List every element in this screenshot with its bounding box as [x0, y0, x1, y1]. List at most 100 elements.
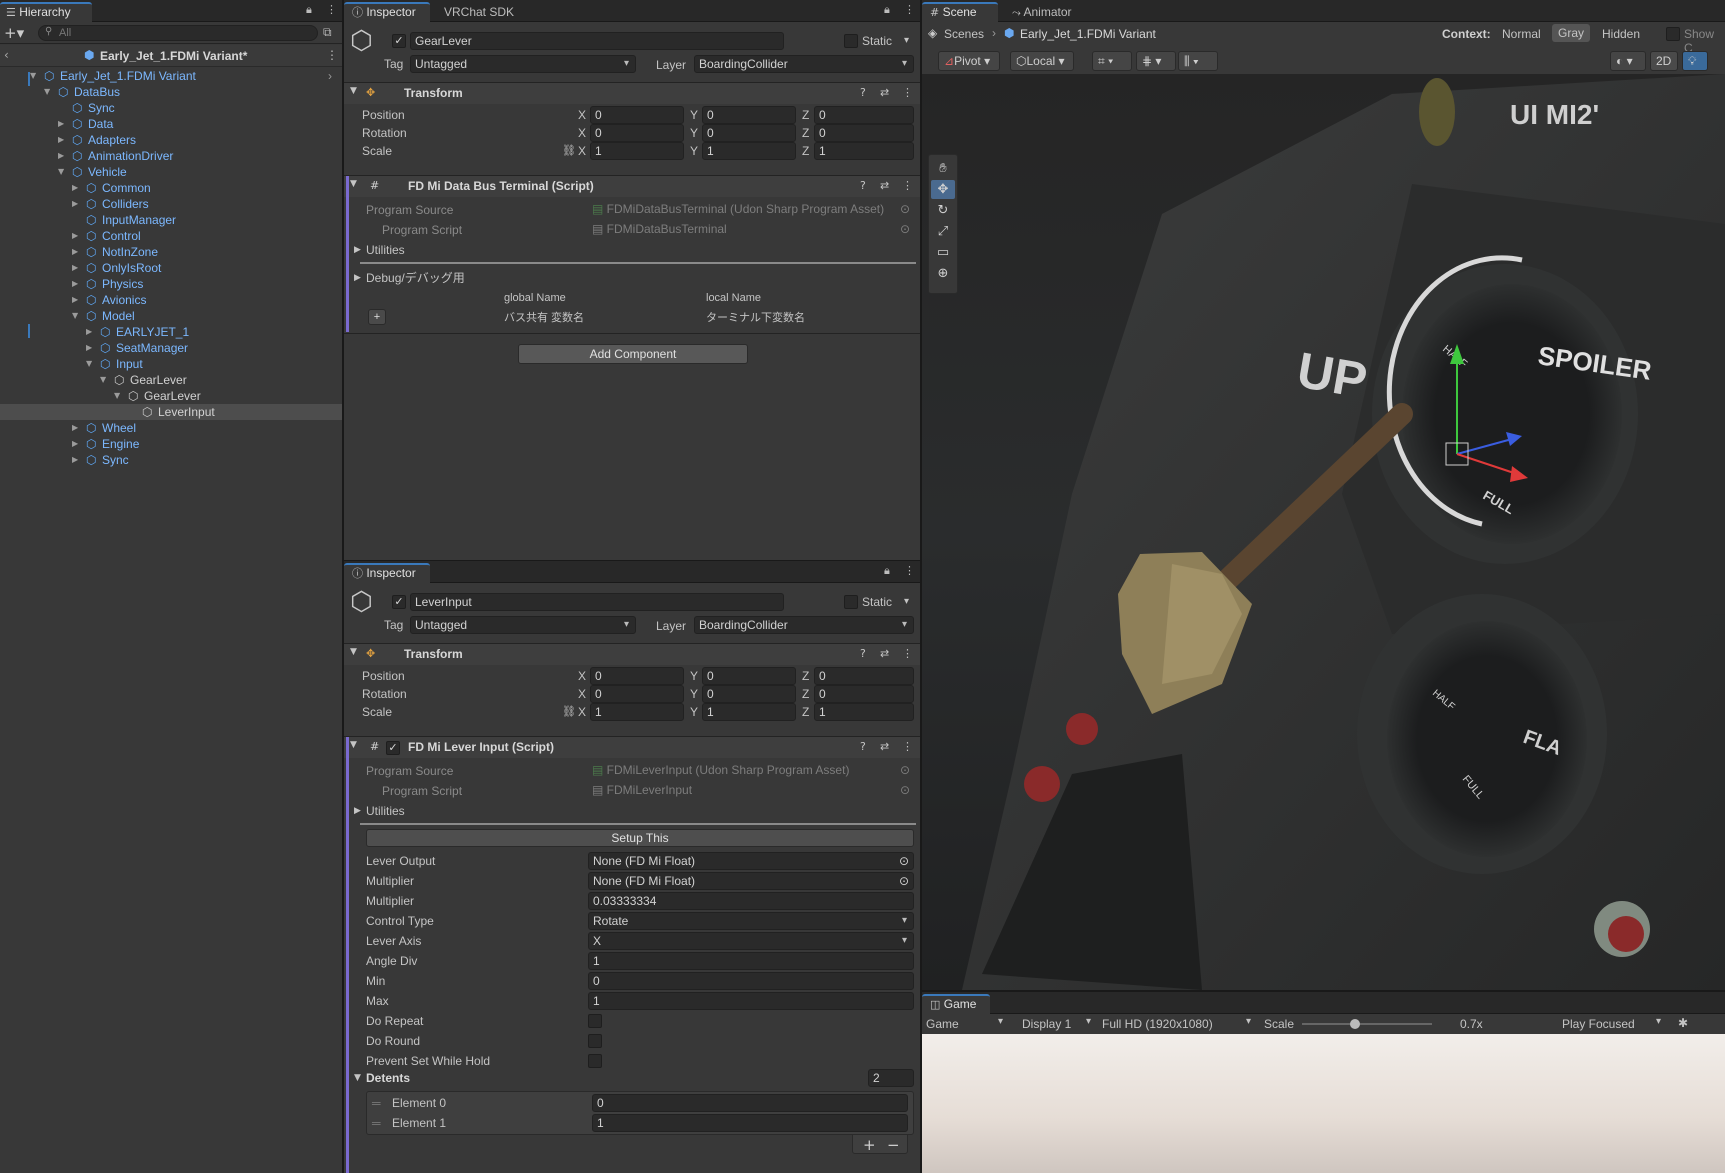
- detents-size-field[interactable]: 2: [868, 1069, 914, 1087]
- hierarchy-row[interactable]: ▶ ⬡ AnimationDriver: [0, 148, 342, 164]
- hierarchy-row[interactable]: ▶ ⬡ Data: [0, 116, 342, 132]
- tab-scene[interactable]: # Scene: [922, 2, 998, 22]
- tab-inspector[interactable]: ⓘ Inspector: [344, 2, 430, 22]
- help-icon[interactable]: ?: [860, 740, 866, 753]
- property-field[interactable]: 0: [588, 972, 914, 990]
- grid-visibility-button[interactable]: ⋕ ▾: [1136, 51, 1176, 71]
- static-checkbox[interactable]: [844, 595, 858, 609]
- kebab-menu-icon[interactable]: ⋮: [326, 48, 338, 62]
- object-name-field[interactable]: GearLever: [410, 32, 784, 50]
- preset-icon[interactable]: ⇄: [880, 647, 889, 660]
- preset-icon[interactable]: ⇄: [880, 86, 889, 99]
- layer-dropdown[interactable]: BoardingCollider: [694, 55, 914, 73]
- hierarchy-row[interactable]: ▼ ⬡ Input: [0, 356, 342, 372]
- lock-icon[interactable]: 🔒︎: [884, 3, 890, 17]
- lock-icon[interactable]: 🔒︎: [884, 564, 890, 578]
- transform-header[interactable]: ▼ ✥ Transform ? ⇄ ⋮: [344, 82, 920, 104]
- property-checkbox[interactable]: [588, 1054, 602, 1068]
- property-dropdown[interactable]: X: [588, 932, 914, 950]
- tab-inspector[interactable]: ⓘ Inspector: [344, 563, 430, 583]
- hierarchy-row[interactable]: ▶ ⬡ Wheel: [0, 420, 342, 436]
- object-name-field[interactable]: LeverInput: [410, 593, 784, 611]
- breadcrumb-prefab[interactable]: Early_Jet_1.FDMi Variant: [1020, 27, 1156, 41]
- scale-x-field[interactable]: 1: [590, 142, 684, 160]
- resolution-dropdown[interactable]: Full HD (1920x1080): [1102, 1017, 1213, 1031]
- drag-handle-icon[interactable]: ═: [372, 1114, 381, 1132]
- expanded-arrow-icon[interactable]: ▼: [100, 372, 106, 388]
- collapse-arrow-icon[interactable]: ▼: [350, 86, 357, 96]
- preset-icon[interactable]: ⇄: [880, 179, 889, 192]
- scale-slider-thumb[interactable]: [1350, 1019, 1360, 1029]
- kebab-menu-icon[interactable]: ⋮: [902, 647, 913, 660]
- transform-header[interactable]: ▼ ✥ Transform ? ⇄ ⋮: [344, 643, 920, 665]
- hierarchy-row[interactable]: ▶ ⬡ SeatManager: [0, 340, 342, 356]
- hierarchy-row[interactable]: ▼ ⬡ GearLever: [0, 388, 342, 404]
- collapsed-arrow-icon[interactable]: ▶: [58, 132, 64, 148]
- component-enabled-checkbox[interactable]: ✓: [386, 741, 400, 755]
- hierarchy-row[interactable]: ▼ ⬡ Model: [0, 308, 342, 324]
- add-component-button[interactable]: Add Component: [518, 344, 748, 364]
- collapsed-arrow-icon[interactable]: ▶: [72, 452, 78, 468]
- rotation-z-field[interactable]: 0: [814, 124, 914, 142]
- rotation-y-field[interactable]: 0: [702, 685, 796, 703]
- pivot-dropdown[interactable]: ⊿Pivot ▾: [938, 51, 1000, 71]
- context-gray-button[interactable]: Gray: [1552, 24, 1591, 42]
- scale-y-field[interactable]: 1: [702, 703, 796, 721]
- property-field[interactable]: 1: [588, 952, 914, 970]
- collapsed-arrow-icon[interactable]: ▶: [72, 420, 78, 436]
- expanded-arrow-icon[interactable]: ▼: [30, 68, 36, 84]
- toggle-2d-button[interactable]: 2D: [1650, 51, 1678, 71]
- breadcrumb-scenes[interactable]: Scenes: [944, 27, 984, 41]
- position-y-field[interactable]: 0: [702, 667, 796, 685]
- help-icon[interactable]: ?: [860, 179, 866, 192]
- hierarchy-row[interactable]: ▼ ⬡ Vehicle: [0, 164, 342, 180]
- kebab-menu-icon[interactable]: ⋮: [902, 740, 913, 753]
- active-checkbox[interactable]: ✓: [392, 34, 406, 48]
- hierarchy-row[interactable]: ⬡ Sync: [0, 100, 342, 116]
- position-x-field[interactable]: 0: [590, 106, 684, 124]
- kebab-menu-icon[interactable]: ⋮: [904, 564, 915, 577]
- collapsed-arrow-icon[interactable]: ▶: [72, 260, 78, 276]
- target-icon[interactable]: ⊙: [899, 873, 909, 889]
- collapsed-arrow-icon[interactable]: ▶: [86, 324, 92, 340]
- detent-element-field[interactable]: 1: [592, 1114, 908, 1132]
- script-header[interactable]: ▼ # FD Mi Data Bus Terminal (Script) ? ⇄…: [344, 175, 920, 197]
- scale-tool-icon[interactable]: ⤢: [931, 222, 955, 241]
- rotate-tool-icon[interactable]: ↻: [931, 201, 955, 220]
- scale-slider-track[interactable]: [1302, 1023, 1432, 1025]
- hierarchy-row[interactable]: ▶ ⬡ NotInZone: [0, 244, 342, 260]
- kebab-menu-icon[interactable]: ⋮: [904, 3, 915, 16]
- chevron-down-icon[interactable]: ▾: [904, 32, 909, 50]
- kebab-menu-icon[interactable]: ⋮: [326, 3, 337, 16]
- property-field[interactable]: 1: [588, 992, 914, 1010]
- expand-arrow-icon[interactable]: ▶: [354, 241, 361, 259]
- rotation-z-field[interactable]: 0: [814, 685, 914, 703]
- rotation-x-field[interactable]: 0: [590, 685, 684, 703]
- collapsed-arrow-icon[interactable]: ▶: [72, 436, 78, 452]
- hierarchy-row[interactable]: ▶ ⬡ EARLYJET_1: [0, 324, 342, 340]
- scene-header[interactable]: ‹ ⬢ Early_Jet_1.FDMi Variant* ⋮: [0, 45, 342, 67]
- move-tool-icon[interactable]: ✥: [931, 180, 955, 199]
- drag-handle-icon[interactable]: ═: [372, 1094, 381, 1112]
- game-mode-dropdown[interactable]: Game: [926, 1017, 959, 1031]
- active-checkbox[interactable]: ✓: [392, 595, 406, 609]
- scale-y-field[interactable]: 1: [702, 142, 796, 160]
- tab-hierarchy[interactable]: ☰ Hierarchy: [0, 2, 92, 22]
- position-y-field[interactable]: 0: [702, 106, 796, 124]
- collapsed-arrow-icon[interactable]: ▶: [58, 148, 64, 164]
- help-icon[interactable]: ?: [860, 86, 866, 99]
- hierarchy-row[interactable]: ▶ ⬡ Sync: [0, 452, 342, 468]
- tab-animator[interactable]: ⤳ Animator: [1004, 2, 1080, 22]
- utilities-foldout[interactable]: Utilities: [366, 802, 405, 820]
- chevron-down-icon[interactable]: ▾: [904, 593, 909, 611]
- collapsed-arrow-icon[interactable]: ▶: [86, 340, 92, 356]
- position-z-field[interactable]: 0: [814, 667, 914, 685]
- hierarchy-row[interactable]: ▼ ⬡ Early_Jet_1.FDMi Variant ›: [0, 68, 342, 84]
- constrain-proportions-icon[interactable]: ⛓: [562, 703, 576, 721]
- collapsed-arrow-icon[interactable]: ▶: [58, 116, 64, 132]
- expand-arrow-icon[interactable]: ▶: [354, 802, 361, 820]
- position-z-field[interactable]: 0: [814, 106, 914, 124]
- rect-tool-icon[interactable]: ▭: [931, 243, 955, 262]
- tag-dropdown[interactable]: Untagged: [410, 55, 636, 73]
- target-icon[interactable]: ⊙: [900, 762, 910, 778]
